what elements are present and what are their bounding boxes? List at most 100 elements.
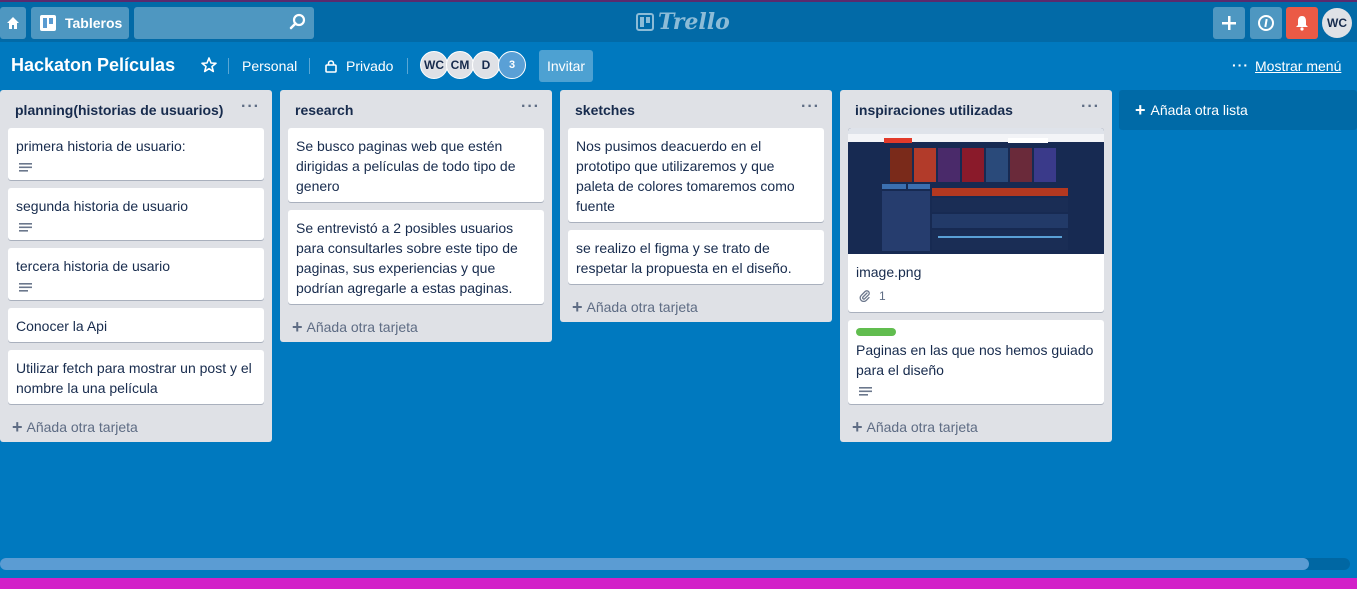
list-header[interactable]: inspiraciones utilizadas ··· bbox=[840, 90, 1112, 128]
list-menu-icon[interactable]: ··· bbox=[1081, 98, 1100, 116]
visibility-button[interactable]: Privado bbox=[346, 58, 393, 74]
list-menu-icon[interactable]: ··· bbox=[801, 98, 820, 116]
member-overflow-badge[interactable]: 3 bbox=[498, 51, 526, 79]
list-title[interactable]: research bbox=[295, 102, 353, 118]
add-list-button[interactable]: + Añada otra lista bbox=[1119, 90, 1357, 130]
card[interactable]: Utilizar fetch para mostrar un post y el… bbox=[8, 350, 264, 404]
card-label-green[interactable] bbox=[856, 328, 896, 336]
show-menu-link[interactable]: Mostrar menú bbox=[1255, 58, 1341, 74]
add-card-button[interactable]: + Añada otra tarjeta bbox=[560, 292, 832, 322]
search-icon[interactable] bbox=[288, 12, 308, 32]
card-title: Se busco paginas web que estén dirigidas… bbox=[296, 138, 516, 194]
card-title: tercera historia de usario bbox=[16, 258, 171, 274]
info-button[interactable] bbox=[1250, 7, 1282, 39]
member-avatar[interactable]: WC bbox=[420, 51, 448, 79]
plus-icon: + bbox=[852, 417, 863, 437]
trello-logo-icon bbox=[636, 13, 654, 31]
card-title: se realizo el figma y se trato de respet… bbox=[576, 240, 792, 276]
card-title: segunda historia de usuario bbox=[16, 198, 189, 214]
add-card-label: Añada otra tarjeta bbox=[26, 419, 138, 435]
card-title: image.png bbox=[856, 264, 922, 280]
card[interactable]: Conocer la Api bbox=[8, 308, 264, 342]
divider bbox=[228, 58, 229, 74]
card-title: Utilizar fetch para mostrar un post y el… bbox=[16, 360, 252, 396]
card[interactable]: tercera historia de usario bbox=[8, 248, 264, 300]
info-icon bbox=[1258, 15, 1274, 31]
card[interactable]: image.png 1 bbox=[848, 254, 1104, 312]
board-header: Hackaton Películas Personal Privado WC C… bbox=[0, 42, 1357, 90]
card[interactable]: primera historia de usuario: bbox=[8, 128, 264, 180]
boards-button[interactable]: Tableros bbox=[31, 7, 129, 39]
list-header[interactable]: sketches ··· bbox=[560, 90, 832, 128]
list: research ··· Se busco paginas web que es… bbox=[280, 90, 552, 342]
more-icon[interactable]: ··· bbox=[1232, 57, 1249, 73]
list-menu-icon[interactable]: ··· bbox=[241, 98, 260, 116]
card-title: Paginas en las que nos hemos guiado para… bbox=[856, 342, 1094, 378]
plus-icon: + bbox=[292, 317, 303, 337]
list-title[interactable]: inspiraciones utilizadas bbox=[855, 102, 1013, 118]
plus-icon: + bbox=[1135, 99, 1146, 120]
list-header[interactable]: planning(historias de usuarios) ··· bbox=[0, 90, 272, 128]
add-card-label: Añada otra tarjeta bbox=[866, 419, 978, 435]
card-cover-image[interactable] bbox=[848, 128, 1104, 254]
plus-icon: + bbox=[572, 297, 583, 317]
member-avatar[interactable]: D bbox=[472, 51, 500, 79]
list: planning(historias de usuarios) ··· prim… bbox=[0, 90, 272, 442]
card-title: primera historia de usuario: bbox=[16, 138, 186, 154]
add-card-label: Añada otra tarjeta bbox=[586, 299, 698, 315]
list-header[interactable]: research ··· bbox=[280, 90, 552, 128]
logo-text: Trello bbox=[658, 9, 730, 35]
boards-icon bbox=[40, 15, 56, 31]
plus-icon bbox=[1222, 16, 1236, 30]
add-card-label: Añada otra tarjeta bbox=[306, 319, 418, 335]
card[interactable]: Nos pusimos deacuerdo en el prototipo qu… bbox=[568, 128, 824, 222]
team-button[interactable]: Personal bbox=[242, 58, 297, 74]
card[interactable]: Paginas en las que nos hemos guiado para… bbox=[848, 320, 1104, 404]
home-button[interactable] bbox=[0, 7, 26, 39]
card-title: Se entrevistó a 2 posibles usuarios para… bbox=[296, 220, 518, 296]
divider bbox=[309, 58, 310, 74]
scrollbar-thumb[interactable] bbox=[0, 558, 1309, 570]
bell-icon bbox=[1296, 16, 1308, 31]
lock-icon bbox=[325, 60, 337, 73]
paperclip-icon bbox=[859, 290, 870, 302]
notifications-button[interactable] bbox=[1286, 7, 1318, 39]
cover-screenshot-thumbnail bbox=[848, 128, 1104, 254]
list: inspiraciones utilizadas ··· image.png 1… bbox=[840, 90, 1112, 442]
top-bar: Tableros Trello WC bbox=[0, 0, 1357, 42]
search-input[interactable] bbox=[134, 7, 314, 39]
user-avatar[interactable]: WC bbox=[1322, 8, 1352, 38]
add-list-label: Añada otra lista bbox=[1150, 102, 1248, 118]
home-icon bbox=[7, 17, 19, 29]
create-button[interactable] bbox=[1213, 7, 1245, 39]
horizontal-scrollbar[interactable] bbox=[0, 558, 1350, 570]
attachment-count: 1 bbox=[879, 289, 886, 303]
card[interactable]: segunda historia de usuario bbox=[8, 188, 264, 240]
card[interactable]: se realizo el figma y se trato de respet… bbox=[568, 230, 824, 284]
add-card-button[interactable]: + Añada otra tarjeta bbox=[840, 412, 1112, 442]
divider bbox=[407, 58, 408, 74]
add-card-button[interactable]: + Añada otra tarjeta bbox=[0, 412, 272, 442]
board-title[interactable]: Hackaton Películas bbox=[11, 55, 175, 76]
card-title: Nos pusimos deacuerdo en el prototipo qu… bbox=[576, 138, 795, 214]
list-title[interactable]: planning(historias de usuarios) bbox=[15, 102, 223, 118]
trello-logo[interactable]: Trello bbox=[636, 9, 730, 35]
description-icon bbox=[859, 387, 872, 396]
card[interactable]: Se busco paginas web que estén dirigidas… bbox=[288, 128, 544, 202]
description-icon bbox=[19, 163, 32, 172]
star-icon[interactable] bbox=[200, 56, 218, 74]
card[interactable]: Se entrevistó a 2 posibles usuarios para… bbox=[288, 210, 544, 304]
add-card-button[interactable]: + Añada otra tarjeta bbox=[280, 312, 552, 342]
description-icon bbox=[19, 223, 32, 232]
invite-button[interactable]: Invitar bbox=[539, 50, 593, 82]
attachment-badge: 1 bbox=[856, 286, 1096, 306]
member-avatar[interactable]: CM bbox=[446, 51, 474, 79]
bottom-strip bbox=[0, 578, 1357, 589]
plus-icon: + bbox=[12, 417, 23, 437]
list-title[interactable]: sketches bbox=[575, 102, 635, 118]
list-menu-icon[interactable]: ··· bbox=[521, 98, 540, 116]
boards-label: Tableros bbox=[65, 15, 123, 31]
list: sketches ··· Nos pusimos deacuerdo en el… bbox=[560, 90, 832, 322]
card-title: Conocer la Api bbox=[16, 318, 108, 334]
description-icon bbox=[19, 283, 32, 292]
